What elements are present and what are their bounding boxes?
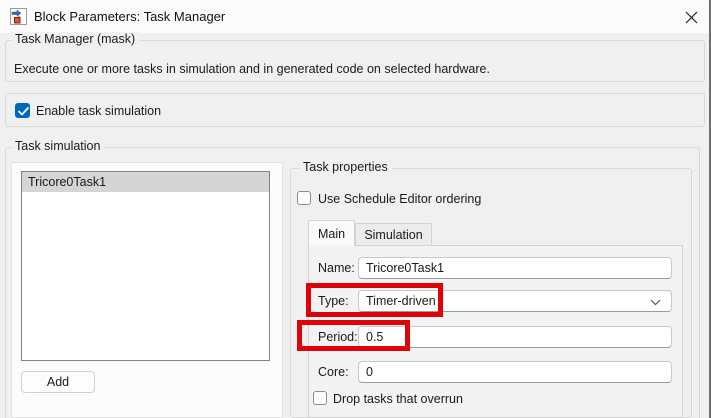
- mask-description: Execute one or more tasks in simulation …: [14, 62, 490, 76]
- use-schedule-editor-label: Use Schedule Editor ordering: [318, 192, 482, 206]
- tab-simulation[interactable]: Simulation: [355, 223, 432, 246]
- period-highlight-annotation: [297, 320, 410, 351]
- task-simulation-title: Task simulation: [11, 139, 105, 153]
- simulink-block-icon: [10, 8, 27, 25]
- drop-tasks-checkbox[interactable]: [313, 391, 327, 405]
- chevron-down-icon: [650, 299, 661, 306]
- window-title: Block Parameters: Task Manager: [34, 9, 226, 24]
- checkmark-icon: [18, 107, 29, 116]
- tab-main[interactable]: Main: [308, 220, 355, 246]
- mask-group: Task Manager (mask) Execute one or more …: [5, 32, 705, 82]
- name-field-label: Name:: [318, 261, 355, 275]
- task-listbox[interactable]: Tricore0Task1: [21, 171, 270, 361]
- enable-task-simulation-checkbox[interactable]: [15, 103, 30, 118]
- core-field[interactable]: 0: [358, 361, 672, 383]
- mask-group-title: Task Manager (mask): [11, 32, 140, 46]
- close-button[interactable]: [679, 5, 703, 29]
- use-schedule-editor-checkbox[interactable]: [297, 191, 311, 205]
- core-field-label: Core:: [318, 365, 349, 379]
- type-highlight-annotation: [306, 283, 443, 317]
- enable-task-simulation-label: Enable task simulation: [36, 104, 162, 118]
- task-properties-title: Task properties: [299, 160, 392, 174]
- drop-tasks-label: Drop tasks that overrun: [333, 392, 463, 406]
- add-task-button[interactable]: Add: [21, 371, 95, 393]
- block-parameters-dialog: Block Parameters: Task Manager Task Mana…: [0, 0, 711, 418]
- enable-group: Enable task simulation: [5, 93, 705, 127]
- close-icon: [685, 11, 697, 23]
- name-field[interactable]: Tricore0Task1: [358, 257, 672, 279]
- list-item[interactable]: Tricore0Task1: [22, 172, 269, 192]
- title-bar: Block Parameters: Task Manager: [0, 0, 709, 33]
